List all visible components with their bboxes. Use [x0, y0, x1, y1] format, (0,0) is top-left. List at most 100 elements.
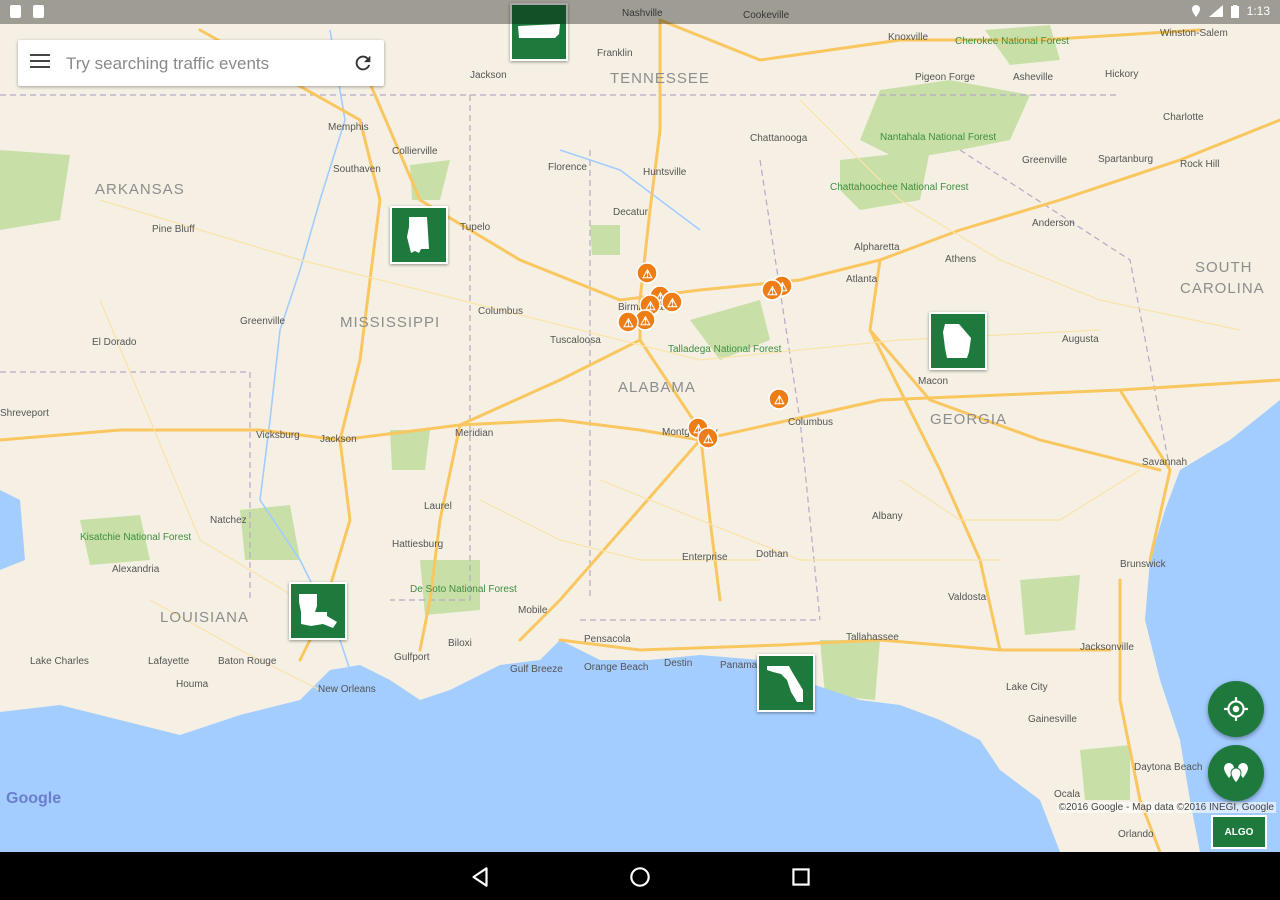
city-label: Vicksburg [256, 430, 300, 441]
map-pins-button[interactable] [1208, 745, 1264, 801]
traffic-event-marker[interactable]: ⚠ [636, 262, 658, 284]
search-input[interactable] [64, 50, 338, 78]
city-label: Enterprise [682, 552, 728, 563]
city-label: Mobile [518, 605, 548, 616]
city-label: Savannah [1142, 457, 1187, 468]
city-label: Daytona Beach [1134, 762, 1202, 773]
forest-label: Cherokee National Forest [955, 36, 1069, 47]
city-label: Chattanooga [750, 133, 808, 144]
state-label: MISSISSIPPI [340, 314, 440, 331]
city-label: Southaven [333, 164, 381, 175]
signal-icon [1208, 5, 1223, 17]
city-label: Anderson [1032, 218, 1075, 229]
city-label: Florence [548, 162, 587, 173]
city-label: Gulfport [394, 652, 430, 663]
city-label: Pensacola [584, 634, 631, 645]
city-label: Tuscaloosa [550, 335, 601, 346]
svg-text:⚠: ⚠ [667, 296, 678, 310]
city-label: Brunswick [1120, 559, 1167, 570]
svg-text:⚠: ⚠ [703, 432, 714, 446]
city-label: Pine Bluff [152, 224, 195, 235]
back-icon[interactable] [467, 864, 493, 890]
traffic-event-marker[interactable]: ⚠ [661, 291, 683, 313]
louisiana-icon [299, 594, 337, 628]
map-canvas[interactable]: ARKANSAS TENNESSEE MISSISSIPPI ALABAMA G… [0, 0, 1280, 852]
notification-icon [33, 5, 44, 18]
state-label: ALABAMA [618, 379, 696, 396]
city-label: Shreveport [0, 408, 49, 419]
menu-button[interactable] [30, 54, 50, 72]
city-label: Alexandria [112, 564, 160, 575]
city-label: Pigeon Forge [915, 72, 975, 83]
city-label: Atlanta [846, 274, 878, 285]
state-label: GEORGIA [930, 411, 1007, 428]
city-label: Greenville [240, 316, 285, 327]
recents-icon[interactable] [788, 864, 814, 890]
city-label: Macon [918, 376, 948, 387]
home-icon[interactable] [627, 864, 653, 890]
my-location-button[interactable] [1208, 681, 1264, 737]
city-label: Jackson [470, 70, 507, 81]
city-label: Collierville [392, 146, 438, 157]
state-button-florida[interactable] [757, 654, 815, 712]
florida-icon [767, 666, 803, 702]
forest-label: De Soto National Forest [410, 584, 517, 595]
refresh-icon[interactable] [352, 52, 374, 74]
city-label: Memphis [328, 122, 369, 133]
sd-card-icon [10, 5, 21, 18]
app-logo: ALGO [1211, 815, 1267, 849]
forest-label: Kisatchie National Forest [80, 532, 191, 543]
city-label: Lafayette [148, 656, 190, 667]
svg-text:⚠: ⚠ [774, 393, 785, 407]
navigation-bar [0, 852, 1280, 900]
forest-label: Nantahala National Forest [880, 132, 996, 143]
traffic-event-marker[interactable]: ⚠ [617, 311, 639, 333]
city-label: Athens [945, 254, 976, 265]
city-label: Alpharetta [854, 242, 900, 253]
city-label: Biloxi [448, 638, 472, 649]
city-label: El Dorado [92, 337, 137, 348]
state-label: ARKANSAS [95, 181, 185, 198]
forest-label: Talladega National Forest [668, 344, 782, 355]
svg-text:⚠: ⚠ [640, 314, 651, 328]
tennessee-icon [518, 24, 560, 38]
city-label: Augusta [1062, 334, 1099, 345]
status-time: 1:13 [1246, 4, 1270, 18]
city-label: Gainesville [1028, 714, 1077, 725]
city-label: Albany [872, 511, 903, 522]
city-label: Hattiesburg [392, 539, 443, 550]
traffic-event-marker[interactable]: ⚠ [761, 279, 783, 301]
city-label: Columbus [788, 417, 833, 428]
svg-text:⚠: ⚠ [623, 316, 634, 330]
status-bar: 1:13 [0, 0, 1280, 24]
state-button-mississippi[interactable] [390, 206, 448, 264]
traffic-event-marker[interactable]: ⚠ [768, 388, 790, 410]
map-pins-icon [1224, 763, 1248, 784]
map-copyright[interactable]: ©2016 Google - Map data ©2016 INEGI, Goo… [1056, 802, 1276, 813]
state-label: SOUTH [1195, 259, 1253, 276]
traffic-event-marker[interactable]: ⚠ [697, 427, 719, 449]
city-label: New Orleans [318, 684, 376, 695]
mississippi-icon [407, 217, 429, 253]
city-label: Tallahassee [846, 632, 899, 643]
city-label: Rock Hill [1180, 159, 1219, 170]
state-button-georgia[interactable] [929, 312, 987, 370]
city-label: Asheville [1013, 72, 1053, 83]
my-location-icon [1224, 697, 1248, 721]
map-view[interactable]: ARKANSAS TENNESSEE MISSISSIPPI ALABAMA G… [0, 0, 1280, 852]
city-label: Huntsville [643, 167, 687, 178]
city-label: Winston-Salem [1160, 28, 1228, 39]
state-button-louisiana[interactable] [289, 582, 347, 640]
georgia-icon [943, 324, 971, 358]
state-label: CAROLINA [1180, 280, 1265, 297]
city-label: Gulf Breeze [510, 664, 563, 675]
city-label: Charlotte [1163, 112, 1204, 123]
city-label: Spartanburg [1098, 154, 1153, 165]
menu-icon [30, 54, 50, 56]
city-label: Destin [664, 658, 692, 669]
svg-text:⚠: ⚠ [642, 267, 653, 281]
city-label: Natchez [210, 515, 247, 526]
city-label: Houma [176, 679, 209, 690]
state-label: LOUISIANA [160, 609, 249, 626]
city-label: Orange Beach [584, 662, 649, 673]
